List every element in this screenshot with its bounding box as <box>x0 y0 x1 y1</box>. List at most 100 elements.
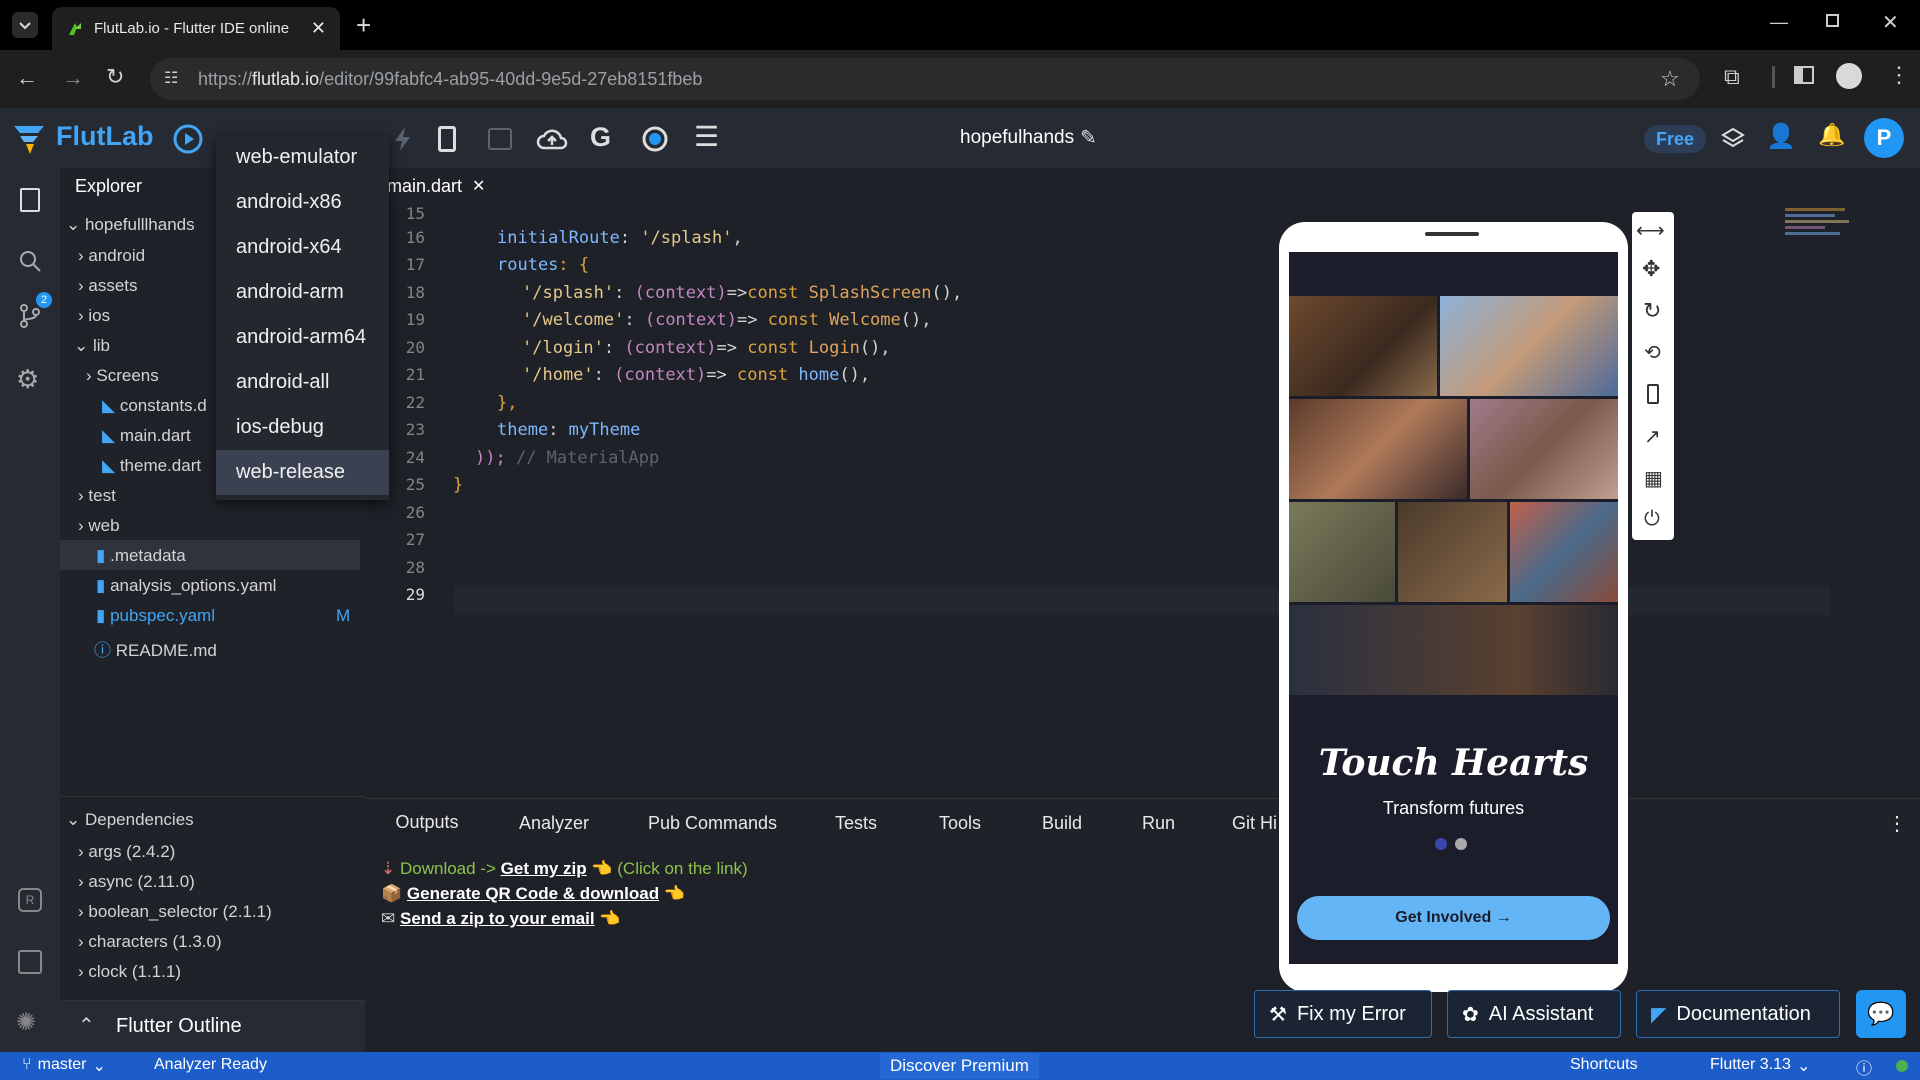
menu-item-web-release[interactable]: web-release <box>216 450 389 495</box>
extensions-icon[interactable]: ⧉ <box>1724 64 1740 90</box>
shortcuts-button[interactable]: Shortcuts <box>1570 1056 1638 1074</box>
bookmark-star-icon[interactable]: ☆ <box>1660 66 1680 92</box>
address-bar[interactable]: ☷ https://flutlab.io/editor/99fabfc4-ab9… <box>150 58 1700 100</box>
panel-tab-tests[interactable]: Tests <box>835 799 877 847</box>
help-icon[interactable]: ⓘ <box>1856 1055 1872 1079</box>
chat-icon[interactable]: 💬 <box>1856 990 1906 1038</box>
tree-item-ios[interactable]: › ios <box>78 306 110 326</box>
menu-item-web-emulator[interactable]: web-emulator <box>216 135 389 180</box>
git-g-icon[interactable]: G <box>590 122 611 153</box>
panel-tab-build[interactable]: Build <box>1042 799 1082 847</box>
panel-tab-run[interactable]: Run <box>1142 799 1175 847</box>
dependency-item[interactable]: › characters (1.3.0) <box>78 932 222 952</box>
settings-gear-icon[interactable]: ⚙ <box>16 364 39 395</box>
tree-item-lib[interactable]: ⌄ lib <box>74 336 110 356</box>
tree-item-screens[interactable]: › Screens <box>86 366 159 386</box>
dependency-item[interactable]: › args (2.4.2) <box>78 842 175 862</box>
menu-item-android-arm[interactable]: android-arm <box>216 270 389 315</box>
dependencies-header[interactable]: ⌄ Dependencies <box>66 810 194 830</box>
ai-assistant-button[interactable]: ✿ AI Assistant <box>1447 990 1621 1038</box>
layers-icon[interactable] <box>1720 126 1746 152</box>
panel-more-icon[interactable]: ⋮ <box>1887 799 1907 847</box>
app-preview-screen[interactable]: Touch Hearts Transform futures Get Invol… <box>1289 252 1618 964</box>
flutter-version-selector[interactable]: Flutter 3.13 ⌄ <box>1710 1056 1810 1076</box>
dependency-item[interactable]: › clock (1.1.1) <box>78 962 181 982</box>
tree-item-assets[interactable]: › assets <box>78 276 138 296</box>
more-menu-icon[interactable]: ⋮ <box>1888 62 1910 88</box>
add-user-icon[interactable]: 👤 <box>1766 122 1796 151</box>
run-icon[interactable] <box>172 123 204 155</box>
code-editor[interactable]: main.dart ✕ 15 16 17 18 19 20 21 22 23 2… <box>365 168 1920 798</box>
forward-icon[interactable]: → <box>62 65 84 91</box>
profile-avatar-icon[interactable] <box>1836 63 1862 89</box>
menu-item-android-all[interactable]: android-all <box>216 360 389 405</box>
menu-item-android-x86[interactable]: android-x86 <box>216 180 389 225</box>
tree-root[interactable]: ⌄ hopefulllhands <box>66 215 195 235</box>
panel-tab-analyzer[interactable]: Analyzer <box>519 799 589 847</box>
menu-item-android-arm64[interactable]: android-arm64 <box>216 315 389 360</box>
generate-qr-link[interactable]: Generate QR Code & download <box>407 884 659 903</box>
tree-item-readme[interactable]: ⓘ README.md <box>94 636 217 661</box>
cloud-upload-icon[interactable] <box>536 126 568 152</box>
tab-search-button[interactable] <box>12 12 38 38</box>
hamburger-menu-icon[interactable]: ☰ <box>694 120 719 153</box>
dependency-item[interactable]: › async (2.11.0) <box>78 872 195 892</box>
browser-tab[interactable]: FlutLab.io - Flutter IDE online ✕ <box>52 7 340 50</box>
discover-premium-button[interactable]: Discover Premium <box>880 1053 1039 1079</box>
get-my-zip-link[interactable]: Get my zip <box>501 859 587 878</box>
restore-icon[interactable] <box>1826 14 1839 27</box>
panel-tab-tools[interactable]: Tools <box>939 799 981 847</box>
tree-item-constants[interactable]: ◣ constants.d <box>102 396 207 416</box>
tree-item-web[interactable]: › web <box>78 516 120 536</box>
outline-header[interactable]: ⌃ Flutter Outline <box>60 1000 365 1052</box>
side-panel-icon[interactable] <box>1794 66 1814 84</box>
tree-item-theme-dart[interactable]: ◣ theme.dart <box>102 456 201 476</box>
reload-icon[interactable]: ↻ <box>106 64 124 90</box>
menu-item-android-x64[interactable]: android-x64 <box>216 225 389 270</box>
debug-bug-icon[interactable]: ✺ <box>16 1008 36 1037</box>
branch-indicator[interactable]: ⑂ master ⌄ <box>22 1056 106 1076</box>
dependency-item[interactable]: › boolean_selector (2.1.1) <box>78 902 272 922</box>
search-icon[interactable] <box>17 248 43 274</box>
editor-tab-main-dart[interactable]: main.dart ✕ <box>387 168 485 204</box>
tree-item-pubspec[interactable]: ▮ pubspec.yaml <box>96 606 215 626</box>
phone-icon[interactable] <box>1647 384 1659 404</box>
minimize-icon[interactable]: — <box>1770 12 1788 33</box>
save-icon[interactable] <box>488 128 512 150</box>
resize-horizontal-icon[interactable]: ⟷ <box>1636 218 1665 243</box>
tree-item-metadata[interactable]: ▮ .metadata <box>96 546 186 566</box>
edit-name-icon[interactable]: ✎ <box>1080 125 1097 150</box>
documentation-button[interactable]: ◤ Documentation <box>1636 990 1840 1038</box>
panel-tab-outputs[interactable]: Outputs <box>365 799 489 847</box>
get-involved-button[interactable]: Get Involved → <box>1297 896 1610 940</box>
plan-badge[interactable]: Free <box>1644 125 1707 153</box>
close-tab-icon[interactable]: ✕ <box>311 18 326 39</box>
close-editor-tab-icon[interactable]: ✕ <box>472 176 485 196</box>
minimap[interactable] <box>1785 208 1865 258</box>
rotate-icon[interactable]: ⟲ <box>1644 340 1661 365</box>
qr-code-icon[interactable]: ▦ <box>1644 466 1663 491</box>
tree-item-test[interactable]: › test <box>78 486 116 506</box>
site-info-icon[interactable]: ☷ <box>164 68 178 88</box>
panel-tab-pub-commands[interactable]: Pub Commands <box>648 799 777 847</box>
tree-item-analysis-options[interactable]: ▮ analysis_options.yaml <box>96 576 276 596</box>
bell-icon[interactable]: 🔔 <box>1818 122 1845 148</box>
back-icon[interactable]: ← <box>16 65 38 91</box>
project-name[interactable]: hopefulhands <box>960 127 1074 149</box>
refresh-icon[interactable]: ↻ <box>1643 298 1661 324</box>
feedback-icon[interactable] <box>18 950 42 974</box>
tree-item-android[interactable]: › android <box>78 246 145 266</box>
close-window-icon[interactable]: ✕ <box>1882 10 1899 35</box>
move-icon[interactable]: ✥ <box>1642 256 1660 282</box>
user-avatar[interactable]: P <box>1864 118 1904 158</box>
open-external-icon[interactable]: ↗ <box>1644 424 1661 449</box>
explorer-files-icon[interactable] <box>20 188 40 212</box>
registry-icon[interactable]: R <box>18 888 42 912</box>
panel-tab-git[interactable]: Git Hi <box>1232 799 1277 847</box>
device-icon[interactable] <box>438 126 456 152</box>
fix-my-error-button[interactable]: ⚒ Fix my Error <box>1254 990 1432 1038</box>
tree-item-main-dart[interactable]: ◣ main.dart <box>102 426 191 446</box>
menu-item-ios-debug[interactable]: ios-debug <box>216 405 389 450</box>
power-icon[interactable]: ⏻ <box>1644 508 1660 531</box>
send-zip-email-link[interactable]: Send a zip to your email <box>400 909 595 928</box>
